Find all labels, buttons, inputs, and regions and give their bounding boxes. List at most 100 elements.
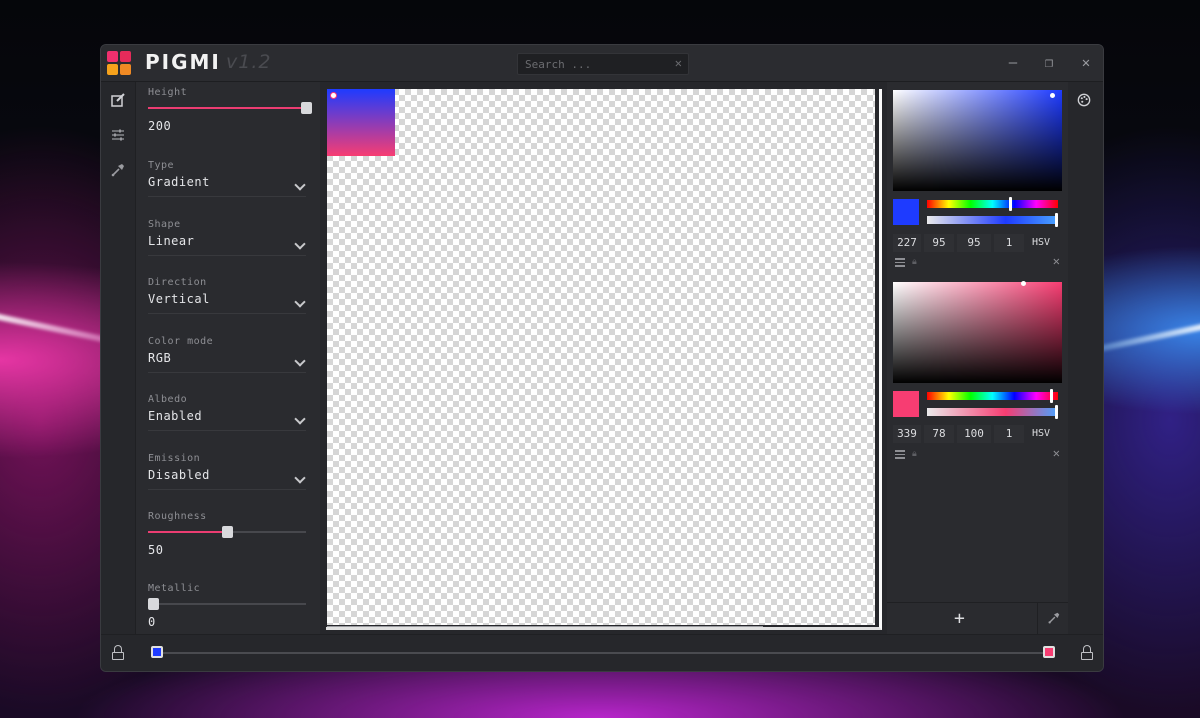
alpha-marker[interactable] (1055, 405, 1058, 419)
metallic-setting: Metallic 0 (148, 583, 306, 629)
brightness-value[interactable]: 100 (957, 425, 991, 443)
metallic-label: Metallic (148, 583, 201, 594)
app-version: v1.2 (226, 51, 272, 73)
background-glow-right (1090, 322, 1200, 354)
type-setting: Type Gradient (148, 160, 306, 197)
gradient-bar (101, 634, 1103, 671)
sliders-icon[interactable] (110, 127, 126, 143)
app-logo-icon (107, 51, 131, 75)
lock-icon[interactable] (1080, 645, 1094, 661)
saturation-value-picker[interactable] (893, 90, 1062, 191)
edit-icon[interactable] (110, 92, 126, 108)
alpha-value[interactable]: 1 (994, 425, 1024, 443)
saturation-value[interactable]: 95 (924, 234, 954, 252)
gradient-preview[interactable] (327, 89, 395, 156)
lock-icon[interactable] (111, 645, 125, 661)
gradient-stop-start[interactable] (151, 646, 163, 658)
app-window: PIGMI v1.2 ✕ — ❐ ✕ Height (100, 44, 1104, 672)
saturation-value[interactable]: 78 (924, 425, 954, 443)
lock-icon[interactable]: 🔒︎ (912, 449, 917, 459)
texture-canvas[interactable] (327, 89, 875, 625)
color-stop-editor: 339 78 100 1 HSV 🔒︎ ✕ (893, 281, 1062, 460)
eyedropper-icon[interactable] (110, 162, 126, 178)
emission-value: Disabled (148, 468, 210, 482)
height-setting: Height 200 (148, 87, 312, 133)
hue-value[interactable]: 227 (893, 234, 921, 252)
albedo-value: Enabled (148, 409, 203, 423)
direction-dropdown[interactable]: Vertical (148, 292, 306, 314)
color-mode-setting: Color mode RGB (148, 336, 306, 373)
close-button[interactable]: ✕ (1076, 53, 1096, 73)
roughness-slider-thumb[interactable] (222, 526, 233, 538)
albedo-label: Albedo (148, 394, 188, 405)
shape-label: Shape (148, 219, 181, 230)
search-input[interactable] (525, 56, 665, 73)
minimize-button[interactable]: — (1003, 53, 1023, 73)
type-dropdown[interactable]: Gradient (148, 175, 306, 197)
color-stop-tools: 🔒︎ ✕ (893, 254, 1062, 270)
hue-marker[interactable] (1009, 197, 1012, 211)
alpha-slider[interactable] (927, 405, 1058, 419)
emission-dropdown[interactable]: Disabled (148, 468, 306, 490)
brightness-value[interactable]: 95 (957, 234, 991, 252)
close-icon[interactable]: ✕ (1053, 446, 1060, 460)
search-clear-icon[interactable]: ✕ (675, 56, 682, 70)
hue-slider[interactable] (927, 197, 1058, 211)
hue-value[interactable]: 339 (893, 425, 921, 443)
type-label: Type (148, 160, 175, 171)
lock-icon[interactable]: 🔒︎ (912, 257, 917, 267)
color-panel: 227 95 95 1 HSV 🔒︎ ✕ 339 78 100 1 HSV 🔒︎… (887, 82, 1070, 634)
app-title: PIGMI (145, 50, 221, 74)
saturation-value-picker[interactable] (893, 281, 1062, 383)
menu-icon[interactable] (895, 258, 905, 267)
color-swatch[interactable] (893, 391, 919, 417)
height-slider-thumb[interactable] (301, 102, 312, 114)
canvas-scrollbar[interactable] (327, 626, 763, 629)
color-mode-toggle[interactable]: HSV (1027, 425, 1055, 443)
alpha-value[interactable]: 1 (994, 234, 1024, 252)
hue-marker[interactable] (1050, 389, 1053, 403)
right-tool-rail (1068, 82, 1103, 634)
preview-handle[interactable] (330, 92, 337, 99)
albedo-setting: Albedo Enabled (148, 394, 306, 431)
roughness-label: Roughness (148, 511, 207, 522)
restore-button[interactable]: ❐ (1039, 53, 1059, 73)
roughness-setting: Roughness 50 (148, 511, 306, 557)
direction-label: Direction (148, 277, 207, 288)
settings-panel: Height 200 Type Gradient Shape Linear Di (136, 82, 320, 634)
palette-icon[interactable] (1077, 93, 1091, 107)
eyedropper-icon (1048, 612, 1060, 624)
close-icon[interactable]: ✕ (1053, 254, 1060, 268)
metallic-value[interactable]: 0 (148, 615, 306, 629)
metallic-slider[interactable] (148, 597, 306, 611)
direction-value: Vertical (148, 292, 210, 306)
color-swatch[interactable] (893, 199, 919, 225)
color-mode-label: Color mode (148, 336, 214, 347)
color-mode-value: RGB (148, 351, 172, 365)
alpha-slider[interactable] (927, 213, 1058, 227)
add-color-bar: + (887, 602, 1037, 634)
menu-icon[interactable] (895, 450, 905, 459)
color-stop-editor: 227 95 95 1 HSV 🔒︎ ✕ (893, 90, 1062, 268)
color-mode-dropdown[interactable]: RGB (148, 351, 306, 373)
search-box[interactable]: ✕ (517, 53, 689, 75)
albedo-dropdown[interactable]: Enabled (148, 409, 306, 431)
eyedropper-button[interactable] (1037, 602, 1070, 634)
shape-value: Linear (148, 234, 195, 248)
add-color-button[interactable]: + (954, 608, 965, 629)
alpha-marker[interactable] (1055, 213, 1058, 227)
color-mode-toggle[interactable]: HSV (1027, 234, 1055, 252)
roughness-slider[interactable] (148, 525, 306, 539)
gradient-track[interactable] (156, 652, 1050, 654)
roughness-value[interactable]: 50 (148, 543, 306, 557)
color-values: 227 95 95 1 HSV (893, 234, 1062, 252)
metallic-slider-thumb[interactable] (148, 598, 159, 610)
shape-dropdown[interactable]: Linear (148, 234, 306, 256)
height-slider[interactable] (148, 101, 312, 115)
hue-slider[interactable] (927, 389, 1058, 403)
sv-cursor[interactable] (1021, 281, 1026, 286)
type-value: Gradient (148, 175, 210, 189)
sv-cursor[interactable] (1050, 93, 1055, 98)
gradient-stop-end[interactable] (1043, 646, 1055, 658)
height-value[interactable]: 200 (148, 119, 306, 133)
